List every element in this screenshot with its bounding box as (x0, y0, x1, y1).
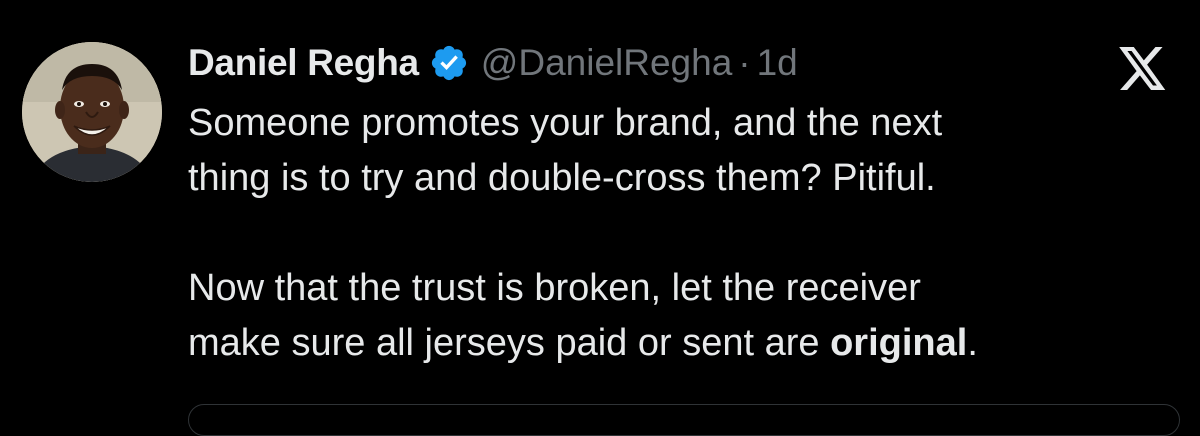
tweet-line-end: . (967, 322, 978, 364)
avatar-image (22, 42, 162, 182)
tweet-timestamp[interactable]: 1d (757, 42, 798, 84)
tweet-header: Daniel Regha @DanielRegha · 1d (188, 38, 798, 88)
tweet-line: Someone promotes your brand, and the nex… (188, 102, 943, 144)
tweet-line: make sure all jerseys paid or sent are (188, 322, 831, 364)
x-logo-icon[interactable] (1116, 44, 1170, 94)
avatar[interactable] (22, 42, 162, 182)
tweet-line: Now that the trust is broken, let the re… (188, 267, 921, 309)
separator-dot: · (738, 42, 751, 83)
author-handle[interactable]: @DanielRegha (481, 42, 732, 84)
attached-card-edge[interactable] (188, 404, 1180, 436)
tweet-paragraph-2: Now that the trust is broken, let the re… (188, 261, 1178, 371)
emphasized-word: original (830, 322, 968, 364)
author-display-name[interactable]: Daniel Regha (188, 42, 419, 84)
tweet-line: thing is to try and double-cross them? P… (188, 157, 936, 199)
verified-badge-icon[interactable] (429, 43, 469, 83)
tweet-paragraph-1: Someone promotes your brand, and the nex… (188, 96, 1178, 206)
tweet-text: Someone promotes your brand, and the nex… (188, 96, 1178, 371)
tweet-card: Daniel Regha @DanielRegha · 1d Someone p… (0, 0, 1200, 436)
